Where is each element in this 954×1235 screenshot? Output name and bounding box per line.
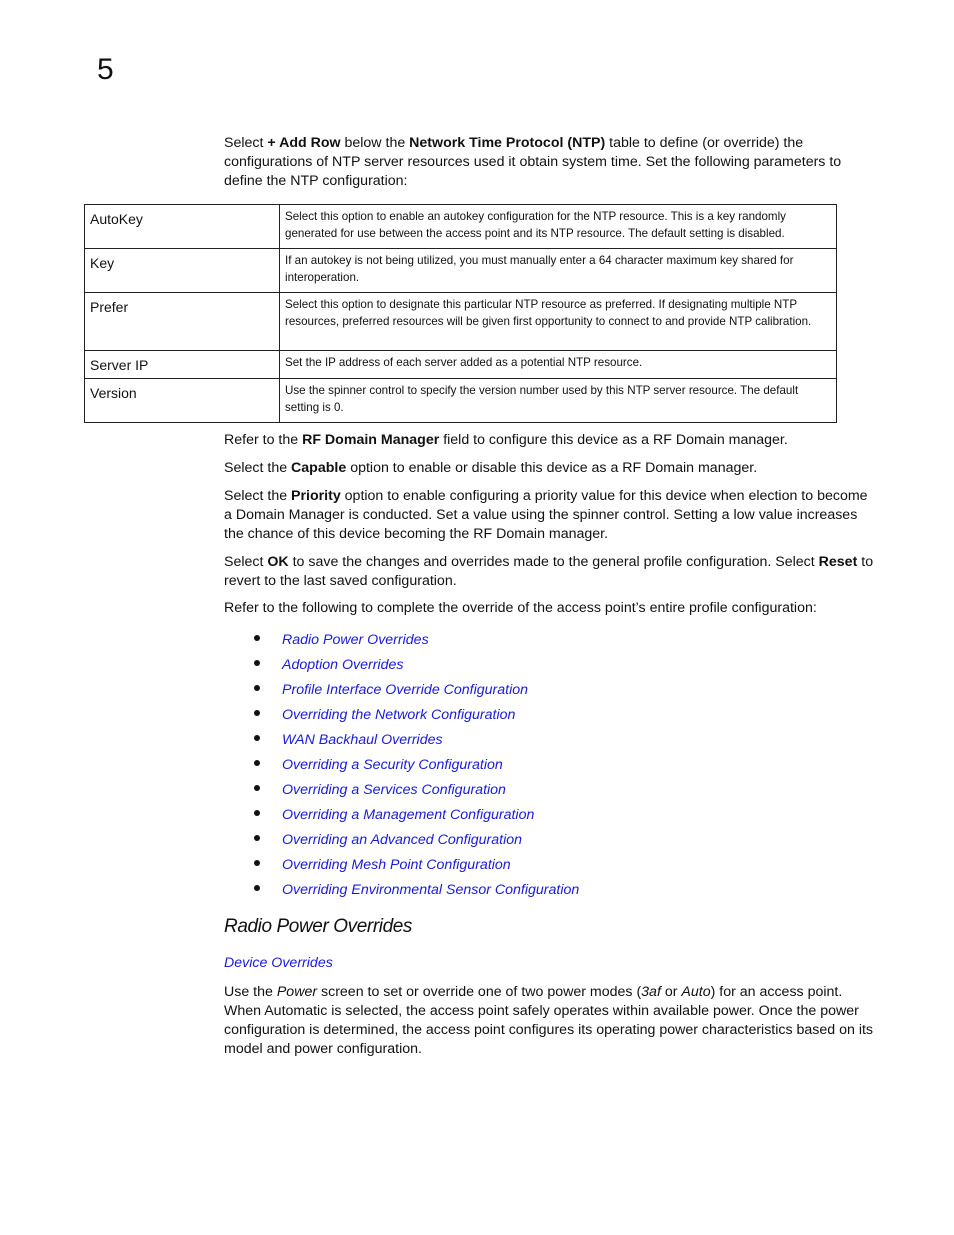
rf-domain-manager-term: RF Domain Manager xyxy=(302,432,440,448)
override-links-list: Radio Power Overrides Adoption Overrides… xyxy=(252,627,579,902)
text: Select xyxy=(224,135,268,151)
bullet-icon xyxy=(254,634,260,641)
table-row: Version Use the spinner control to speci… xyxy=(84,378,837,423)
text: Select the xyxy=(224,460,292,476)
link-profile-interface-override[interactable]: Profile Interface Override Configuration xyxy=(282,679,528,701)
text: to save the changes and overrides made t… xyxy=(288,554,819,570)
power-paragraph: Use the Power screen to set or override … xyxy=(224,983,874,1059)
bullet-icon xyxy=(254,859,260,866)
list-item: Overriding Mesh Point Configuration xyxy=(252,852,579,877)
bullet-icon xyxy=(254,709,260,716)
table-row: AutoKey Select this option to enable an … xyxy=(84,204,837,249)
list-item: WAN Backhaul Overrides xyxy=(252,727,579,752)
text: Select the xyxy=(224,488,292,504)
device-overrides-link[interactable]: Device Overrides xyxy=(224,955,333,971)
list-item: Radio Power Overrides xyxy=(252,627,579,652)
link-adoption-overrides[interactable]: Adoption Overrides xyxy=(282,654,403,676)
reset-term: Reset xyxy=(818,554,858,570)
link-advanced-configuration[interactable]: Overriding an Advanced Configuration xyxy=(282,829,522,851)
bullet-icon xyxy=(254,759,260,766)
bullet-icon xyxy=(254,784,260,791)
link-services-configuration[interactable]: Overriding a Services Configuration xyxy=(282,779,506,801)
link-radio-power-overrides[interactable]: Radio Power Overrides xyxy=(282,629,429,651)
text: field to configure this device as a RF D… xyxy=(439,432,788,448)
rf-domain-paragraph: Refer to the RF Domain Manager field to … xyxy=(224,431,874,450)
text: or xyxy=(660,984,682,1000)
link-network-configuration[interactable]: Overriding the Network Configuration xyxy=(282,704,515,726)
link-mesh-point-configuration[interactable]: Overriding Mesh Point Configuration xyxy=(282,854,511,876)
text: screen to set or override one of two pow… xyxy=(317,984,642,1000)
param-description: If an autokey is not being utilized, you… xyxy=(279,248,837,293)
bullet-icon xyxy=(254,884,260,891)
table-row: Server IP Set the IP address of each ser… xyxy=(84,350,837,379)
priority-paragraph: Select the Priority option to enable con… xyxy=(224,487,874,544)
3af-term: 3af xyxy=(641,984,661,1000)
param-description: Select this option to enable an autokey … xyxy=(279,204,837,249)
param-name: Server IP xyxy=(84,350,280,379)
param-description: Select this option to designate this par… xyxy=(279,292,837,351)
table-row: Prefer Select this option to designate t… xyxy=(84,292,837,351)
param-name: Key xyxy=(84,248,280,293)
list-item: Overriding an Advanced Configuration xyxy=(252,827,579,852)
list-item: Overriding Environmental Sensor Configur… xyxy=(252,877,579,902)
text: Select xyxy=(224,554,268,570)
list-item: Adoption Overrides xyxy=(252,652,579,677)
link-environmental-sensor-configuration[interactable]: Overriding Environmental Sensor Configur… xyxy=(282,879,579,901)
capable-paragraph: Select the Capable option to enable or d… xyxy=(224,459,874,478)
table-row: Key If an autokey is not being utilized,… xyxy=(84,248,837,293)
refer-list-intro: Refer to the following to complete the o… xyxy=(224,600,817,616)
bullet-icon xyxy=(254,659,260,666)
param-description: Set the IP address of each server added … xyxy=(279,350,837,379)
link-security-configuration[interactable]: Overriding a Security Configuration xyxy=(282,754,503,776)
ntp-parameter-table: AutoKey Select this option to enable an … xyxy=(84,204,837,423)
link-wan-backhaul-overrides[interactable]: WAN Backhaul Overrides xyxy=(282,729,443,751)
list-item: Overriding the Network Configuration xyxy=(252,702,579,727)
bullet-icon xyxy=(254,809,260,816)
param-name: Prefer xyxy=(84,292,280,351)
text: Use the xyxy=(224,984,277,1000)
list-item: Profile Interface Override Configuration xyxy=(252,677,579,702)
ok-term: OK xyxy=(267,554,289,570)
param-name: Version xyxy=(84,378,280,423)
capable-term: Capable xyxy=(291,460,347,476)
list-item: Overriding a Services Configuration xyxy=(252,777,579,802)
ok-reset-paragraph: Select OK to save the changes and overri… xyxy=(224,553,874,591)
link-management-configuration[interactable]: Overriding a Management Configuration xyxy=(282,804,534,826)
power-term: Power xyxy=(276,984,318,1000)
bullet-icon xyxy=(254,734,260,741)
add-row-term: + Add Row xyxy=(267,135,341,151)
intro-paragraph: Select + Add Row below the Network Time … xyxy=(224,134,874,191)
text: option to enable or disable this device … xyxy=(346,460,758,476)
auto-term: Auto xyxy=(681,984,711,1000)
text: Refer to the xyxy=(224,432,303,448)
bullet-icon xyxy=(254,684,260,691)
text: below the xyxy=(340,135,410,151)
priority-term: Priority xyxy=(291,488,341,504)
list-item: Overriding a Management Configuration xyxy=(252,802,579,827)
chapter-number: 5 xyxy=(97,53,114,86)
param-name: AutoKey xyxy=(84,204,280,249)
bullet-icon xyxy=(254,834,260,841)
ntp-term: Network Time Protocol (NTP) xyxy=(409,135,606,151)
list-item: Overriding a Security Configuration xyxy=(252,752,579,777)
section-heading: Radio Power Overrides xyxy=(224,916,413,937)
param-description: Use the spinner control to specify the v… xyxy=(279,378,837,423)
